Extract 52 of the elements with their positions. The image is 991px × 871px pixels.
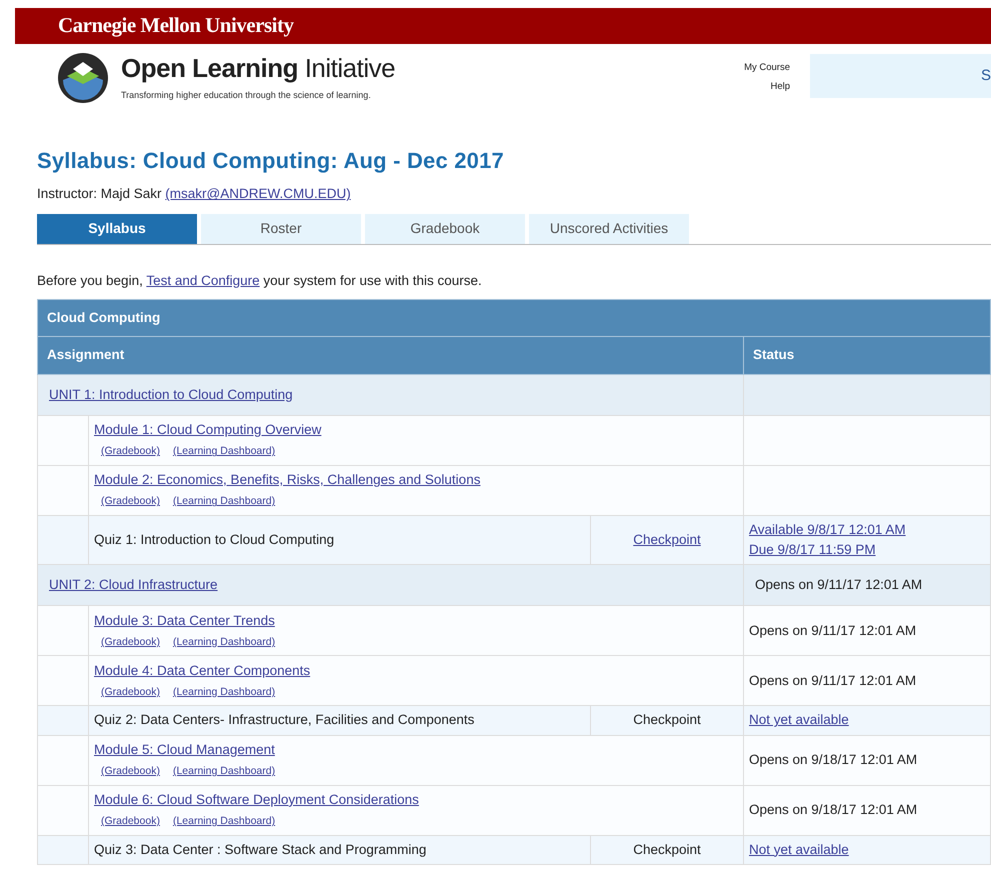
module-sublink[interactable]: (Learning Dashboard): [172, 445, 276, 458]
module-link[interactable]: Module 5: Cloud Management: [94, 742, 275, 757]
module-sublink[interactable]: (Gradebook): [101, 815, 160, 828]
module-link[interactable]: Module 2: Economics, Benefits, Risks, Challenges and Solutions: [94, 472, 480, 488]
module-sublink[interactable]: (Learning Dashboard): [172, 686, 276, 698]
checkpoint-label: Checkpoint: [633, 842, 701, 857]
module-link[interactable]: Module 6: Cloud Software Deployment Considerations: [94, 792, 419, 807]
module-sublink[interactable]: (Gradebook): [101, 765, 160, 778]
tab[interactable]: Gradebook: [365, 214, 525, 244]
status-text: Opens on 9/18/17 12:01 AM: [749, 802, 918, 818]
tagline: Transforming higher education through the science of learning.: [121, 88, 372, 102]
module-sublink[interactable]: (Learning Dashboard): [172, 765, 276, 778]
tab[interactable]: Unscored Activities: [529, 214, 689, 244]
product-name: Open Learning Initiative: [121, 54, 396, 83]
unit-link[interactable]: UNIT 2: Cloud Infrastructure: [49, 577, 218, 592]
unit-link[interactable]: UNIT 1: Introduction to Cloud Computing: [49, 386, 293, 402]
quiz-title: Quiz 1: Introduction to Cloud Computing: [94, 532, 334, 548]
intro-text: Before you begin, Test and Configure your system for use with this course.: [37, 272, 483, 290]
module-sublink[interactable]: (Learning Dashboard): [172, 495, 276, 508]
module-link[interactable]: Module 1: Cloud Computing Overview: [94, 422, 322, 438]
module-sublink[interactable]: (Gradebook): [101, 495, 160, 508]
module-link[interactable]: Module 4: Data Center Components: [94, 662, 310, 678]
quiz-title: Quiz 2: Data Centers- Infrastructure, Facilities and Components: [94, 712, 474, 728]
module-sublink[interactable]: (Gradebook): [101, 445, 160, 458]
module-sublink[interactable]: (Learning Dashboard): [172, 815, 276, 828]
logo-icon: [57, 52, 109, 104]
configure-link[interactable]: Test and Configure: [146, 272, 260, 288]
checkpoint-link[interactable]: Checkpoint: [633, 532, 701, 548]
email-link[interactable]: (msakr@ANDREW.CMU.EDU): [165, 186, 351, 202]
table-caption: Cloud Computing: [38, 299, 990, 336]
header-link[interactable]: Help: [770, 80, 790, 94]
header-link[interactable]: My Course: [744, 61, 790, 76]
status-text: Opens on 9/11/17 12:01 AM: [749, 672, 916, 688]
status-text: Opens on 9/11/17 12:01 AM: [749, 622, 916, 638]
module-sublink[interactable]: (Learning Dashboard): [172, 636, 276, 648]
quiz-title: Quiz 3: Data Center : Software Stack and Programming: [94, 842, 426, 857]
status-link[interactable]: Available 9/8/17 12:01 AM: [749, 522, 906, 537]
module-sublink[interactable]: (Gradebook): [101, 686, 160, 698]
page-title: Syllabus: Cloud Computing: Aug - Dec 2017: [37, 148, 505, 174]
module-sublink[interactable]: (Gradebook): [101, 636, 160, 648]
status-text: Opens on 9/18/17 12:01 AM: [749, 752, 918, 768]
column-header: Status: [744, 336, 990, 374]
university-name: Carnegie Mellon University: [58, 12, 294, 40]
instructor-line: Instructor: Majd Sakr (msakr@ANDREW.CMU.EDU): [37, 185, 352, 204]
module-link[interactable]: Module 3: Data Center Trends: [94, 612, 275, 628]
column-header: Assignment: [38, 336, 744, 374]
tab[interactable]: Syllabus: [37, 214, 197, 244]
checkpoint-label: Checkpoint: [633, 712, 701, 728]
status-text: Opens on 9/11/17 12:01 AM: [755, 577, 922, 592]
status-link[interactable]: Due 9/8/17 11:59 PM: [749, 542, 876, 558]
tab[interactable]: Roster: [201, 214, 361, 244]
panel-text: S: [980, 66, 991, 86]
